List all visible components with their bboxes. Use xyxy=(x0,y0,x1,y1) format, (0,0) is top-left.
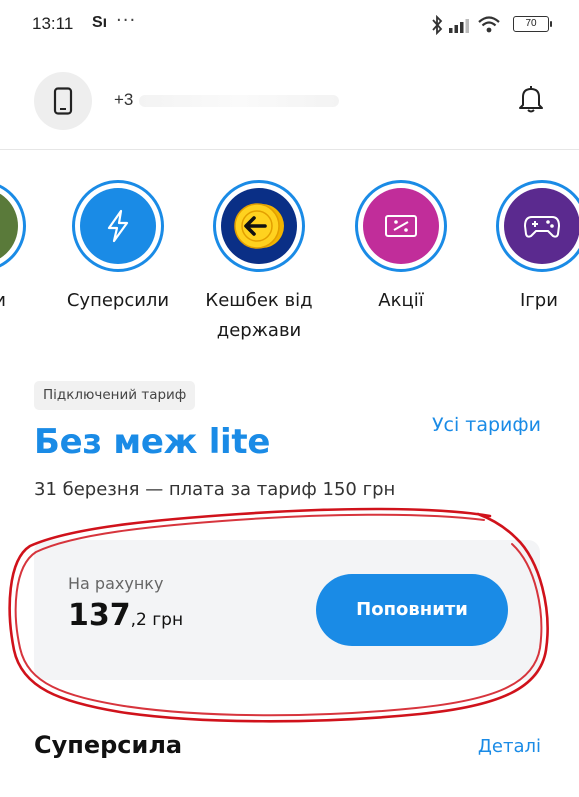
services-carousel[interactable]: кити Суперсили Кешбек від держави Акції xyxy=(0,180,579,350)
balance-card: На рахунку 137,2 грн Поповнити xyxy=(34,540,540,680)
service-label: Акції xyxy=(378,290,424,311)
balance-label: На рахунку xyxy=(68,574,164,593)
bluetooth-icon xyxy=(432,15,443,35)
service-icon-disc xyxy=(504,188,579,264)
service-ring xyxy=(72,180,164,272)
phone-number[interactable]: +3 xyxy=(114,90,340,110)
service-icon-disc xyxy=(80,188,156,264)
phone-icon xyxy=(53,87,73,115)
service-item[interactable]: Ігри xyxy=(472,180,579,316)
superpower-title: Суперсила xyxy=(34,731,183,759)
balance-amount: 137,2 грн xyxy=(68,598,183,633)
service-label: Кешбек від держави xyxy=(205,290,313,341)
battery-indicator: 70 xyxy=(513,16,552,32)
wifi-icon xyxy=(478,16,500,33)
coin-arrow-icon xyxy=(234,203,284,249)
service-icon-disc xyxy=(363,188,439,264)
balance-amount-fraction: ,2 грн xyxy=(130,610,184,630)
service-ring xyxy=(0,180,26,272)
service-ring xyxy=(213,180,305,272)
service-icon-disc xyxy=(221,188,297,264)
account-header: +3 xyxy=(0,52,579,150)
superpower-details-link[interactable]: Деталі xyxy=(478,736,541,757)
service-ring xyxy=(496,180,579,272)
status-more-icon: ··· xyxy=(116,10,137,31)
service-item[interactable]: Акції xyxy=(331,180,471,316)
gamepad-icon xyxy=(523,216,561,238)
signal-icon xyxy=(449,19,469,33)
phone-number-prefix: +3 xyxy=(114,90,134,109)
tariff-tag: Підключений тариф xyxy=(34,381,196,410)
service-item[interactable]: Суперсили xyxy=(48,180,188,316)
balance-amount-int: 137 xyxy=(68,598,131,633)
service-label: кити xyxy=(0,290,6,311)
service-ring xyxy=(355,180,447,272)
notifications-button[interactable] xyxy=(517,84,545,118)
status-icons: 70 xyxy=(431,14,552,36)
tariff-name: Без меж lite xyxy=(34,422,271,462)
avatar[interactable] xyxy=(34,72,92,130)
service-label: Суперсили xyxy=(66,290,170,311)
lightning-icon xyxy=(107,209,129,243)
service-item[interactable]: кити xyxy=(0,180,50,316)
service-icon-disc xyxy=(0,188,18,264)
status-carrier: Sı xyxy=(92,14,108,31)
status-bar: 13:11 Sı ··· 70 xyxy=(0,0,579,52)
status-time: 13:11 xyxy=(32,14,74,33)
all-tariffs-link[interactable]: Усі тарифи xyxy=(432,414,541,436)
bell-icon xyxy=(519,86,543,113)
phone-number-masked xyxy=(139,94,340,107)
service-item[interactable]: Кешбек від держави xyxy=(189,180,329,346)
service-label: Ігри xyxy=(520,290,558,311)
ticket-icon xyxy=(385,215,417,237)
top-up-button[interactable]: Поповнити xyxy=(316,574,508,646)
tariff-payment-info: 31 березня — плата за тариф 150 грн xyxy=(34,479,396,500)
